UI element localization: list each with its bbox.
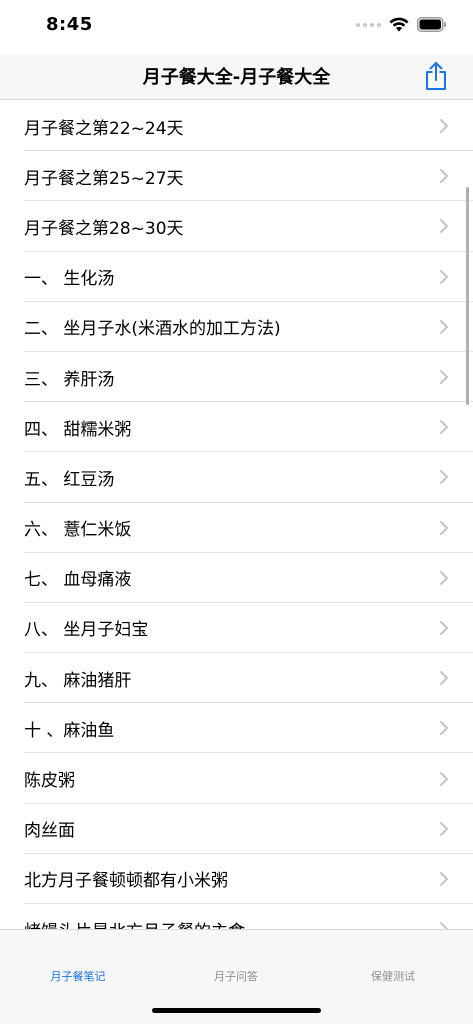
list-item[interactable]: 五、 红豆汤 (0, 452, 473, 503)
chevron-right-icon (440, 420, 448, 435)
home-indicator (152, 1008, 321, 1013)
list-item-label: 肉丝面 (24, 821, 75, 842)
list-item-label: 十 、麻油鱼 (24, 720, 115, 741)
list-item-label: 六、 薏仁米饭 (24, 520, 132, 541)
chevron-right-icon (440, 671, 448, 686)
list-item[interactable]: 二、 坐月子水(米酒水的加工方法) (0, 302, 473, 353)
list-item-label: 五、 红豆汤 (24, 469, 115, 490)
list-item[interactable]: 陈皮粥 (0, 753, 473, 804)
page-title: 月子餐大全-月子餐大全 (142, 67, 331, 88)
chevron-right-icon (440, 470, 448, 485)
list-item[interactable]: 七、 血母痛液 (0, 553, 473, 604)
chevron-right-icon (440, 520, 448, 535)
list-item[interactable]: 三、 养肝汤 (0, 352, 473, 403)
list-item-label: 一、 生化汤 (24, 269, 115, 290)
chevron-right-icon (440, 370, 448, 385)
list-item-label: 月子餐之第28~30天 (24, 218, 184, 239)
list-item[interactable]: 四、 甜糯米粥 (0, 402, 473, 453)
list-item-label: 七、 血母痛液 (24, 570, 132, 591)
list-item-label: 月子餐之第25~27天 (24, 168, 184, 189)
share-icon (426, 62, 446, 90)
share-button[interactable] (421, 58, 451, 94)
chevron-right-icon (440, 620, 448, 635)
tab-health-test[interactable]: 保健测试 (333, 968, 453, 984)
list-item-label: 三、 养肝汤 (24, 369, 115, 390)
list-item[interactable]: 月子餐之第25~27天 (0, 151, 473, 202)
list-item-label: 陈皮粥 (24, 771, 75, 792)
navigation-bar: 月子餐大全-月子餐大全 (0, 54, 473, 100)
list-item[interactable]: 六、 薏仁米饭 (0, 503, 473, 553)
chevron-right-icon (440, 922, 448, 929)
list-item-label: 八、 坐月子妇宝 (24, 620, 149, 641)
battery-icon (417, 17, 446, 32)
list-item[interactable]: 月子餐之第22~24天 (0, 101, 473, 152)
recipe-list: 月子餐之第22~24天 月子餐之第25~27天 月子餐之第28~30天 一、 生化汤二… (0, 101, 473, 929)
chevron-right-icon (440, 570, 448, 585)
wifi-icon (389, 17, 409, 32)
chevron-right-icon (440, 169, 448, 184)
status-bar: 8:45 (0, 0, 473, 54)
list-item-label: 九、 麻油猪肝 (24, 670, 132, 691)
chevron-right-icon (440, 871, 448, 886)
list-item[interactable]: 肉丝面 (0, 804, 473, 855)
list-item[interactable]: 北方月子餐顿顿都有小米粥 (0, 854, 473, 905)
chevron-right-icon (440, 821, 448, 836)
list-item[interactable]: 九、 麻油猪肝 (0, 653, 473, 704)
chevron-right-icon (440, 771, 448, 786)
list-item[interactable]: 月子餐之第28~30天 (0, 201, 473, 252)
chevron-right-icon (440, 219, 448, 234)
list-item-label: 北方月子餐顿顿都有小米粥 (24, 871, 228, 892)
status-icons (356, 17, 447, 32)
list-item-label: 二、 坐月子水(米酒水的加工方法) (24, 319, 281, 340)
chevron-right-icon (440, 119, 448, 134)
list-item[interactable]: 十 、麻油鱼 (0, 703, 473, 754)
chevron-right-icon (440, 319, 448, 334)
chevron-right-icon (440, 721, 448, 736)
status-time: 8:45 (46, 14, 93, 35)
list-item-label: 月子餐之第22~24天 (24, 118, 184, 139)
list-item-label: 烤馒头片是北方月子餐的主食 (24, 917, 245, 929)
list-item-label: 四、 甜糯米粥 (24, 419, 132, 440)
list-item[interactable]: 烤馒头片是北方月子餐的主食 (0, 904, 473, 929)
cellular-signal-icon (356, 22, 381, 27)
tab-qa[interactable]: 月子问答 (176, 968, 296, 984)
tab-notes[interactable]: 月子餐笔记 (18, 968, 138, 984)
list-item[interactable]: 一、 生化汤 (0, 252, 473, 302)
scroll-indicator[interactable] (466, 187, 469, 405)
list-item[interactable]: 八、 坐月子妇宝 (0, 603, 473, 654)
chevron-right-icon (440, 269, 448, 284)
